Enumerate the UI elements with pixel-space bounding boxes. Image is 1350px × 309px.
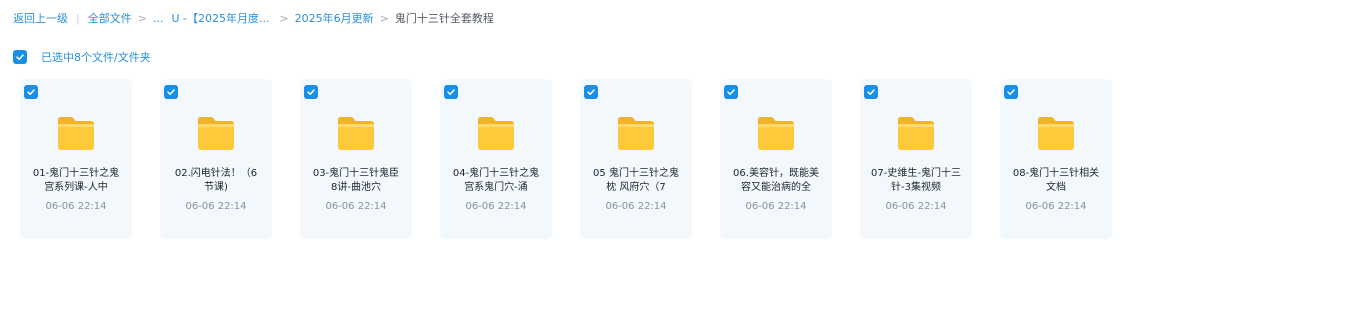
check-icon <box>167 89 175 95</box>
check-icon <box>727 89 735 95</box>
folder-icon <box>1038 117 1074 150</box>
folder-name: 08-鬼门十三针相关文档 <box>1012 168 1100 193</box>
folder-date: 06-06 22:14 <box>465 201 527 212</box>
folder-card[interactable]: 05 鬼门十三针之鬼枕 风府穴（7 06-06 22:14 <box>580 79 692 239</box>
chevron-right-icon: > <box>379 11 389 25</box>
card-checkbox[interactable] <box>444 85 458 99</box>
chevron-right-icon: > <box>279 11 289 25</box>
card-checkbox[interactable] <box>24 85 38 99</box>
card-checkbox[interactable] <box>304 85 318 99</box>
breadcrumb: 返回上一级 | 全部文件 > ... U -【2025年月度... > 2025… <box>13 10 494 26</box>
check-icon <box>16 54 24 60</box>
select-all-checkbox[interactable] <box>13 50 27 64</box>
folder-name: 07-史维生-鬼门十三针-3集视频 <box>871 168 961 193</box>
check-icon <box>867 89 875 95</box>
breadcrumb-u-folder[interactable]: U -【2025年月度... <box>171 10 269 26</box>
folder-name: 02.闪电针法！（6节课) <box>174 168 258 193</box>
folder-icon <box>198 117 234 150</box>
folder-card[interactable]: 03-鬼门十三针鬼臣8讲-曲池穴 06-06 22:14 <box>300 79 412 239</box>
breadcrumb-all-files[interactable]: 全部文件 <box>88 10 132 26</box>
folder-card[interactable]: 01-鬼门十三针之鬼宫系列课-人中 06-06 22:14 <box>20 79 132 239</box>
check-icon <box>27 89 35 95</box>
folder-icon <box>898 117 934 150</box>
chevron-right-icon: > <box>137 11 147 25</box>
breadcrumb-current: 鬼门十三针全套教程 <box>394 12 494 25</box>
folder-date: 06-06 22:14 <box>1025 201 1087 212</box>
folder-card[interactable]: 08-鬼门十三针相关文档 06-06 22:14 <box>1000 79 1112 239</box>
card-checkbox[interactable] <box>164 85 178 99</box>
folder-name: 05 鬼门十三针之鬼枕 风府穴（7 <box>593 168 679 193</box>
folder-name: 04-鬼门十三针之鬼宫系鬼门穴-涌 <box>452 168 540 193</box>
folder-card[interactable]: 04-鬼门十三针之鬼宫系鬼门穴-涌 06-06 22:14 <box>440 79 552 239</box>
folder-icon <box>478 117 514 150</box>
folder-date: 06-06 22:14 <box>45 201 107 212</box>
breadcrumb-ellipsis[interactable]: ... <box>153 12 164 25</box>
selection-bar: 已选中8个文件/文件夹 <box>13 50 151 64</box>
back-link[interactable]: 返回上一级 <box>13 10 68 26</box>
card-checkbox[interactable] <box>724 85 738 99</box>
check-icon <box>307 89 315 95</box>
folder-date: 06-06 22:14 <box>325 201 387 212</box>
folder-card[interactable]: 06.美容针，既能美容又能治病的全 06-06 22:14 <box>720 79 832 239</box>
folder-card[interactable]: 02.闪电针法！（6节课) 06-06 22:14 <box>160 79 272 239</box>
folder-card[interactable]: 07-史维生-鬼门十三针-3集视频 06-06 22:14 <box>860 79 972 239</box>
breadcrumb-divider: | <box>76 11 80 25</box>
check-icon <box>447 89 455 95</box>
check-icon <box>587 89 595 95</box>
folder-icon <box>58 117 94 150</box>
folder-icon <box>338 117 374 150</box>
folder-date: 06-06 22:14 <box>185 201 247 212</box>
folder-date: 06-06 22:14 <box>605 201 667 212</box>
folder-icon <box>758 117 794 150</box>
card-checkbox[interactable] <box>1004 85 1018 99</box>
folder-date: 06-06 22:14 <box>745 201 807 212</box>
folder-date: 06-06 22:14 <box>885 201 947 212</box>
folder-name: 03-鬼门十三针鬼臣8讲-曲池穴 <box>312 168 400 193</box>
breadcrumb-month-folder[interactable]: 2025年6月更新 <box>295 10 374 26</box>
selection-count: 已选中8个文件/文件夹 <box>41 51 151 64</box>
card-checkbox[interactable] <box>864 85 878 99</box>
folder-name: 06.美容针，既能美容又能治病的全 <box>733 168 819 193</box>
folder-icon <box>618 117 654 150</box>
folder-name: 01-鬼门十三针之鬼宫系列课-人中 <box>32 168 120 193</box>
card-checkbox[interactable] <box>584 85 598 99</box>
check-icon <box>1007 89 1015 95</box>
